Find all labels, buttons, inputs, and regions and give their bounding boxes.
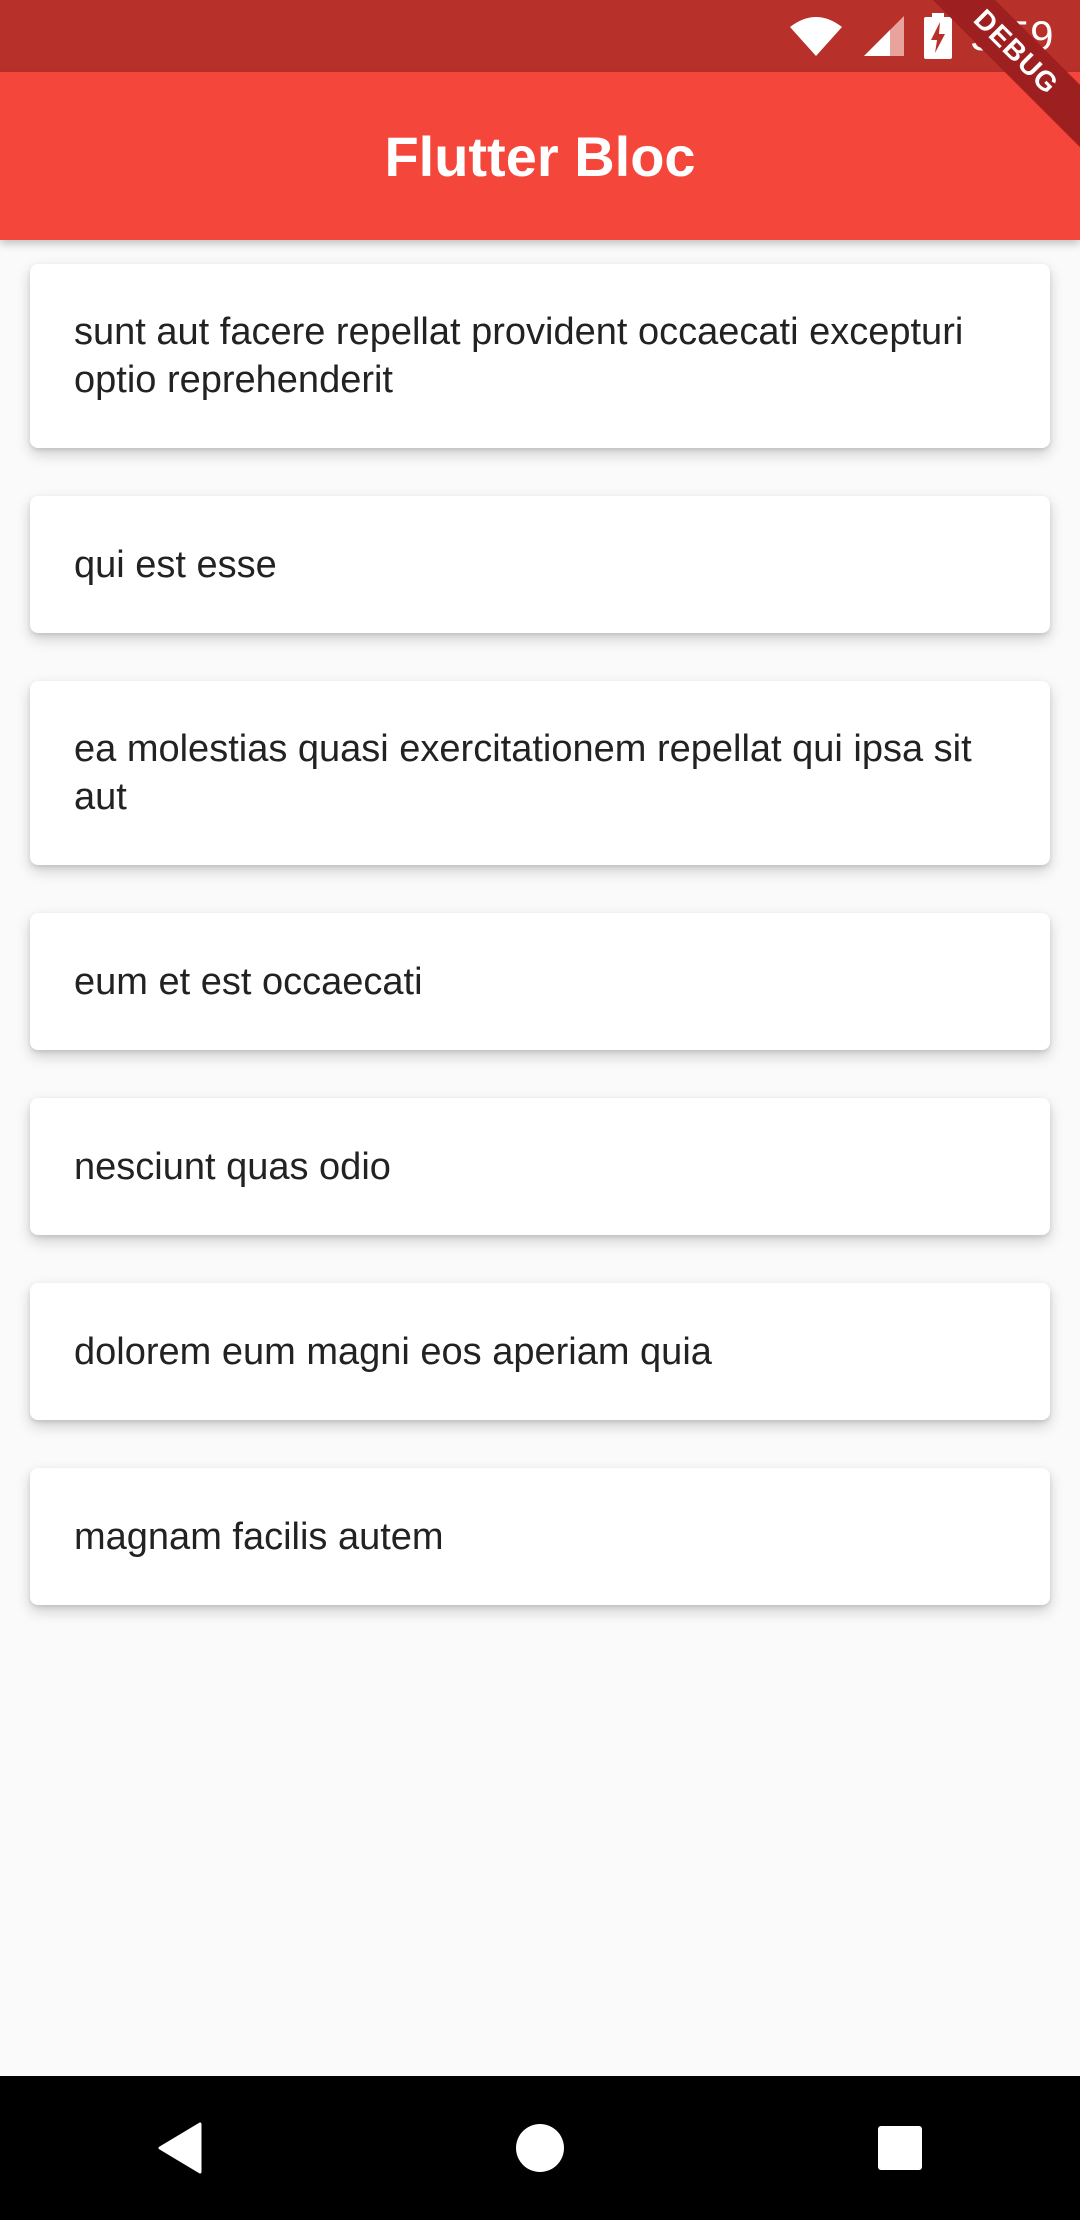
list-item-title: sunt aut facere repellat provident occae… <box>74 311 964 401</box>
list-item-title: eum et est occaecati <box>74 960 423 1003</box>
wifi-icon <box>788 15 844 57</box>
status-bar: 5:59 <box>0 0 1080 72</box>
list-item[interactable]: ea molestias quasi exercitationem repell… <box>30 681 1050 865</box>
home-icon <box>516 2124 564 2172</box>
home-button[interactable] <box>480 2088 600 2208</box>
list-item-title: nesciunt quas odio <box>74 1145 391 1188</box>
list-item[interactable]: qui est esse <box>30 496 1050 633</box>
list-item-title: qui est esse <box>74 543 277 586</box>
list-item[interactable]: sunt aut facere repellat provident occae… <box>30 264 1050 448</box>
list-item[interactable]: dolorem eum magni eos aperiam quia <box>30 1283 1050 1420</box>
list-item-title: magnam facilis autem <box>74 1515 444 1558</box>
back-icon <box>158 2122 202 2174</box>
list-item[interactable]: eum et est occaecati <box>30 913 1050 1050</box>
list-item[interactable]: nesciunt quas odio <box>30 1098 1050 1235</box>
system-nav-bar <box>0 2076 1080 2220</box>
back-button[interactable] <box>120 2088 240 2208</box>
cell-signal-icon <box>862 14 906 58</box>
app-bar: Flutter Bloc <box>0 72 1080 240</box>
list-item[interactable]: magnam facilis autem <box>30 1468 1050 1605</box>
page-title: Flutter Bloc <box>384 124 696 188</box>
list-item-title: ea molestias quasi exercitationem repell… <box>74 728 972 818</box>
list-item-title: dolorem eum magni eos aperiam quia <box>74 1330 712 1373</box>
recents-button[interactable] <box>840 2088 960 2208</box>
post-list[interactable]: sunt aut facere repellat provident occae… <box>30 264 1050 1605</box>
battery-charging-icon <box>924 13 953 59</box>
recents-icon <box>878 2126 922 2170</box>
